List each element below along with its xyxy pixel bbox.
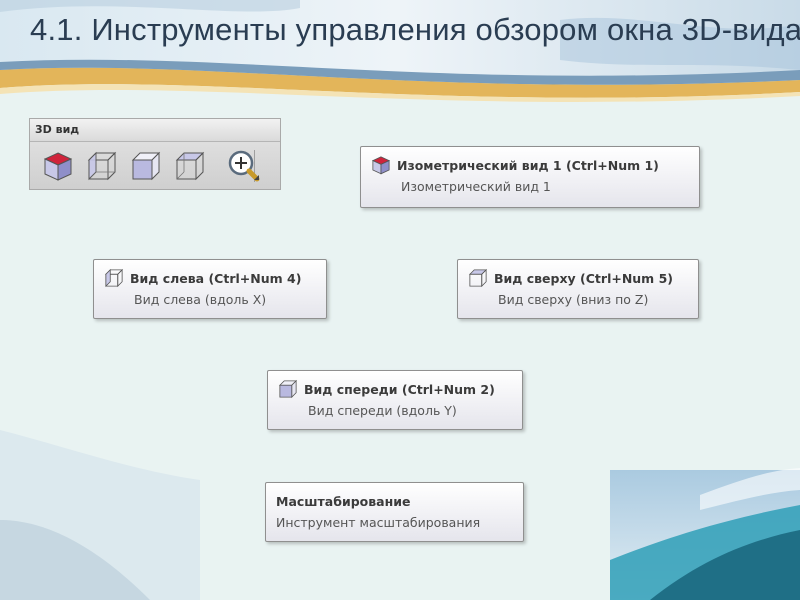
- tooltip-zoom-title-row: Масштабирование: [276, 491, 410, 511]
- top-view-button[interactable]: [172, 148, 208, 184]
- tooltip-zoom-desc: Инструмент масштабирования: [276, 515, 481, 530]
- tooltip-top-title-row: Вид сверху (Ctrl+Num 5): [468, 268, 673, 288]
- tooltip-isometric-title: Изометрический вид 1 (Ctrl+Num 1): [397, 157, 659, 173]
- tooltip-front-view: Вид спереди (Ctrl+Num 2) Вид спереди (вд…: [267, 370, 523, 430]
- slide-title: 4.1. Инструменты управления обзором окна…: [30, 12, 800, 47]
- tooltip-left-view: Вид слева (Ctrl+Num 4) Вид слева (вдоль …: [93, 259, 327, 319]
- ribbon-group-3d-view: 3D вид: [29, 118, 281, 190]
- isometric-view-button[interactable]: [40, 148, 76, 184]
- tooltip-left-title-row: Вид слева (Ctrl+Num 4): [104, 268, 301, 288]
- isometric-cube-icon: [43, 152, 73, 181]
- top-view-cube-icon: [468, 268, 488, 288]
- tooltip-isometric-desc: Изометрический вид 1: [401, 179, 551, 194]
- isometric-cube-icon: [371, 156, 391, 175]
- left-view-cube-icon: [87, 151, 117, 181]
- tooltip-left-title: Вид слева (Ctrl+Num 4): [130, 270, 302, 286]
- top-view-cube-icon: [175, 151, 205, 181]
- tooltip-left-desc: Вид слева (вдоль X): [134, 292, 267, 307]
- zoom-magnifier-icon: [228, 150, 260, 182]
- tooltip-top-desc: Вид сверху (вниз по Z): [498, 292, 649, 307]
- tooltip-front-title: Вид спереди (Ctrl+Num 2): [304, 381, 495, 397]
- tooltip-zoom-title: Масштабирование: [276, 493, 411, 509]
- tooltip-front-title-row: Вид спереди (Ctrl+Num 2): [278, 379, 495, 399]
- ribbon-body: [30, 142, 280, 190]
- tooltip-top-view: Вид сверху (Ctrl+Num 5) Вид сверху (вниз…: [457, 259, 699, 319]
- front-view-cube-icon: [278, 379, 298, 399]
- left-view-cube-icon: [104, 268, 124, 288]
- tooltip-front-desc: Вид спереди (вдоль Y): [308, 403, 457, 418]
- tooltip-isometric-title-row: Изометрический вид 1 (Ctrl+Num 1): [371, 155, 659, 175]
- front-view-cube-icon: [131, 151, 161, 181]
- front-view-button[interactable]: [128, 148, 164, 184]
- zoom-button[interactable]: [226, 148, 262, 184]
- tooltip-top-title: Вид сверху (Ctrl+Num 5): [494, 270, 673, 286]
- left-view-button[interactable]: [84, 148, 120, 184]
- slide: 4.1. Инструменты управления обзором окна…: [0, 0, 800, 600]
- ribbon-group-label: 3D вид: [30, 119, 280, 142]
- tooltip-isometric-view: Изометрический вид 1 (Ctrl+Num 1) Изомет…: [360, 146, 700, 208]
- tooltip-zoom: Масштабирование Инструмент масштабирован…: [265, 482, 524, 542]
